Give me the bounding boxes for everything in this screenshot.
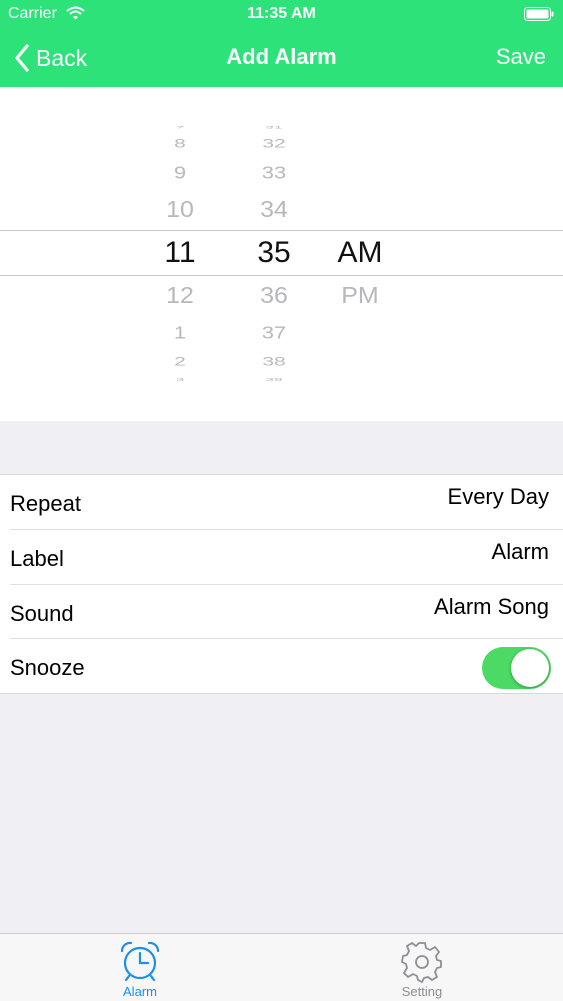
label-value: Alarm (491, 539, 549, 564)
minute-option[interactable]: 38 (262, 355, 285, 369)
time-picker: 7 8 9 10 11 12 1 2 3 31 32 33 34 35 36 37 38 39 AM PM (0, 87, 563, 421)
minute-option[interactable]: 33 (262, 163, 286, 184)
back-button[interactable]: Back (14, 42, 87, 74)
save-button[interactable]: Save (496, 44, 546, 70)
tab-alarm[interactable]: Alarm (80, 934, 200, 1001)
hour-option[interactable]: 9 (174, 163, 186, 184)
tab-setting[interactable]: Setting (362, 934, 482, 1001)
sound-value: Alarm Song (434, 594, 549, 619)
repeat-value: Every Day (447, 484, 549, 509)
repeat-label: Repeat (10, 491, 81, 516)
sound-row[interactable]: Sound Alarm Song (0, 585, 563, 639)
snooze-label: Snooze (10, 655, 85, 680)
hour-option[interactable]: 2 (174, 355, 186, 369)
hour-option[interactable]: 7 (176, 124, 185, 130)
minute-selected[interactable]: 35 (257, 236, 290, 270)
gear-icon (401, 942, 442, 983)
period-option[interactable]: PM (341, 283, 379, 310)
hour-option[interactable]: 1 (174, 323, 186, 344)
alarm-clock-icon (120, 941, 160, 982)
minute-option[interactable]: 39 (265, 376, 282, 382)
label-label: Label (10, 546, 64, 571)
hour-option[interactable]: 3 (176, 376, 185, 382)
hour-option[interactable]: 10 (166, 197, 194, 224)
label-row[interactable]: Label Alarm (0, 530, 563, 584)
hour-option[interactable]: 12 (166, 283, 194, 310)
hour-selected[interactable]: 11 (164, 236, 195, 270)
status-bar: Carrier 11:35 AM (0, 0, 563, 30)
snooze-row: Snooze (0, 639, 563, 693)
picker-selection-line-bottom (0, 275, 563, 276)
minute-option[interactable]: 36 (260, 283, 288, 310)
repeat-row[interactable]: Repeat Every Day (0, 475, 563, 529)
minute-option[interactable]: 34 (260, 197, 288, 224)
toggle-knob (511, 649, 549, 687)
chevron-left-icon (15, 44, 29, 72)
minute-option[interactable]: 31 (265, 124, 282, 130)
snooze-toggle[interactable] (482, 647, 551, 689)
status-time: 11:35 AM (247, 5, 316, 22)
nav-bar: Back Add Alarm Save (0, 30, 563, 87)
tab-label: Alarm (123, 984, 157, 999)
period-selected[interactable]: AM (338, 236, 383, 270)
hour-option[interactable]: 8 (174, 137, 186, 151)
tab-label: Setting (401, 984, 443, 999)
sound-label: Sound (10, 601, 74, 626)
battery-icon (524, 7, 554, 21)
picker-selection-line-top (0, 230, 563, 231)
top-bar: Carrier 11:35 AM Back Add Alarm Save (0, 0, 563, 87)
tab-bar: Alarm Setting (0, 933, 563, 1001)
minute-option[interactable]: 37 (262, 323, 286, 344)
settings-list: Repeat Every Day Label Alarm Sound Alarm… (0, 474, 563, 694)
minute-option[interactable]: 32 (262, 137, 285, 151)
back-label: Back (36, 44, 88, 71)
